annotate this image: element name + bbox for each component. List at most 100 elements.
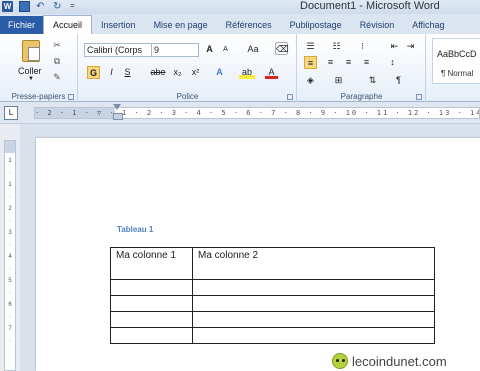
copy-icon[interactable]: ⧉	[52, 56, 62, 66]
table-row[interactable]	[110, 295, 435, 312]
cut-icon[interactable]: ✂	[52, 40, 62, 50]
align-center-icon[interactable]: ≡	[324, 56, 337, 69]
paragraph-launcher-icon[interactable]	[416, 94, 422, 100]
paste-icon[interactable]	[22, 40, 40, 62]
font-color-button[interactable]: A	[265, 66, 278, 79]
font-group-label: Police	[176, 92, 199, 101]
change-case-button[interactable]: Aa	[244, 43, 262, 56]
align-right-icon[interactable]: ≡	[342, 56, 355, 69]
document-table[interactable]: Ma colonne 1 Ma colonne 2	[110, 247, 435, 344]
table-cell[interactable]	[110, 311, 193, 328]
strikethrough-button[interactable]: abe	[149, 66, 167, 79]
bullets-icon[interactable]: ☰	[304, 40, 317, 53]
vruler-tick: 1	[8, 182, 12, 188]
title-bar: W ↶ ↻ = Document1 - Microsoft Word	[0, 0, 480, 14]
superscript-button[interactable]: x²	[189, 66, 202, 79]
shrink-font-button[interactable]: A	[219, 43, 232, 56]
bold-button[interactable]: G	[87, 66, 100, 79]
increase-indent-icon[interactable]: ⇥	[404, 40, 417, 53]
vruler-tick: 7	[8, 326, 12, 332]
multilevel-list-icon[interactable]: ⁝	[356, 40, 369, 53]
window-title: Document1 - Microsoft Word	[300, 0, 440, 12]
style-name-label: ¶ Normal	[441, 69, 474, 78]
tab-home[interactable]: Accueil	[43, 15, 93, 34]
vruler-tick: 1	[8, 158, 12, 164]
tab-mailings[interactable]: Publipostage	[281, 16, 351, 34]
table-cell[interactable]	[192, 311, 435, 328]
vruler-tick: ·	[9, 242, 11, 248]
table-cell[interactable]: Ma colonne 1	[110, 247, 193, 280]
clipboard-launcher-icon[interactable]	[68, 94, 74, 100]
sort-icon[interactable]: ⇅	[366, 74, 379, 87]
paragraph-group: ☰ ☷ ⁝ ⇤ ⇥ ≡ ≡ ≡ ≡ ↕ ◈ ⊞ ⇅ ¶ Paragraphe	[298, 34, 426, 102]
style-normal[interactable]: AaBbCcD ¶ Normal	[432, 38, 480, 84]
undo-icon[interactable]: ↶	[36, 1, 47, 12]
table-cell[interactable]	[110, 295, 193, 312]
numbering-icon[interactable]: ☷	[330, 40, 343, 53]
vruler-tick: ·	[9, 218, 11, 224]
format-painter-icon[interactable]: ✎	[52, 72, 62, 82]
table-cell[interactable]	[192, 327, 435, 344]
shading-icon[interactable]: ◈	[304, 74, 317, 87]
table-row[interactable]: Ma colonne 1 Ma colonne 2	[110, 247, 435, 280]
indent-marker-icon[interactable]	[113, 104, 123, 120]
table-cell[interactable]	[110, 279, 193, 296]
redo-icon[interactable]: ↻	[53, 1, 64, 12]
text-effects-button[interactable]: A	[213, 66, 226, 79]
tab-selector[interactable]: L	[4, 106, 18, 120]
document-page[interactable]: Tableau 1 Ma colonne 1 Ma colonne 2	[36, 138, 480, 371]
vruler-tick: ·	[9, 170, 11, 176]
tab-references[interactable]: Références	[217, 16, 281, 34]
tab-view[interactable]: Affichag	[403, 16, 453, 34]
font-name-select[interactable]: Calibri (Corps	[84, 43, 152, 57]
vruler-ticks: 1 · 1 · 2 · 3 · 4 · 5 · 6 · 7 ·	[6, 155, 14, 347]
line-spacing-icon[interactable]: ↕	[386, 56, 399, 69]
vruler-tick: 3	[8, 230, 12, 236]
clear-format-icon[interactable]: ⌫	[275, 42, 289, 55]
table-cell[interactable]	[110, 327, 193, 344]
italic-button[interactable]: I	[105, 66, 118, 79]
paste-button[interactable]: Coller	[18, 66, 42, 76]
font-launcher-icon[interactable]	[287, 94, 293, 100]
vruler-tick: 6	[8, 302, 12, 308]
decrease-indent-icon[interactable]: ⇤	[388, 40, 401, 53]
table-row[interactable]	[110, 279, 435, 296]
paragraph-group-label: Paragraphe	[340, 92, 383, 101]
watermark-logo-icon	[332, 353, 348, 369]
ribbon-home: Coller ▼ ✂ ⧉ ✎ Presse-papiers Calibri (C…	[0, 34, 480, 102]
tab-review[interactable]: Révision	[351, 16, 404, 34]
align-left-icon[interactable]: ≡	[304, 56, 317, 69]
tab-insert[interactable]: Insertion	[92, 16, 145, 34]
vruler-tick: ·	[9, 290, 11, 296]
justify-icon[interactable]: ≡	[360, 56, 373, 69]
underline-button[interactable]: S	[121, 66, 134, 79]
table-cell[interactable]: Ma colonne 2	[192, 247, 435, 280]
font-size-select[interactable]: 9	[151, 43, 199, 57]
show-formatting-button[interactable]: ¶	[392, 74, 405, 87]
vruler-top-margin	[5, 141, 15, 153]
ribbon-tabs: Fichier Accueil Insertion Mise en page R…	[0, 14, 480, 34]
font-group: Calibri (Corps 9 A A Aa ⌫ G I S abe x₂ x…	[79, 34, 297, 102]
table-row[interactable]	[110, 311, 435, 328]
vertical-ruler[interactable]: 1 · 1 · 2 · 3 · 4 · 5 · 6 · 7 ·	[4, 140, 16, 371]
highlight-button[interactable]: ab	[239, 66, 255, 79]
save-icon[interactable]	[19, 1, 30, 12]
paste-dropdown-icon[interactable]: ▼	[28, 76, 34, 82]
grow-font-button[interactable]: A	[203, 43, 216, 56]
quick-access-toolbar: W ↶ ↻ =	[2, 1, 81, 12]
tab-file[interactable]: Fichier	[0, 16, 44, 34]
clipboard-group: Coller ▼ ✂ ⧉ ✎ Presse-papiers	[0, 34, 78, 102]
vruler-tick: 5	[8, 278, 12, 284]
table-cell[interactable]	[192, 279, 435, 296]
table-row[interactable]	[110, 327, 435, 344]
table-caption[interactable]: Tableau 1	[117, 225, 153, 234]
horizontal-ruler[interactable]: · 2 · 1 · ▽ · 1 · 2 · 3 · 4 · 5 · 6 · 7 …	[34, 107, 480, 119]
customize-qat-icon[interactable]: =	[70, 1, 81, 12]
vruler-tick: 4	[8, 254, 12, 260]
table-cell[interactable]	[192, 295, 435, 312]
word-app-icon[interactable]: W	[2, 1, 13, 12]
tab-page-layout[interactable]: Mise en page	[145, 16, 217, 34]
borders-icon[interactable]: ⊞	[332, 74, 345, 87]
vruler-tick: ·	[9, 266, 11, 272]
subscript-button[interactable]: x₂	[171, 66, 184, 79]
